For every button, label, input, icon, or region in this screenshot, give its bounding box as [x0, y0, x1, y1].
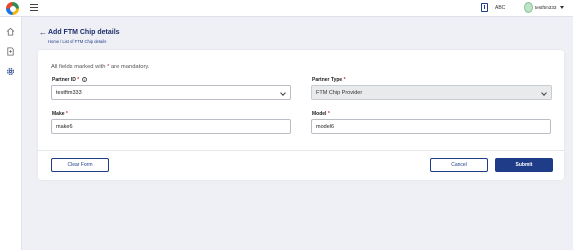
- form-card: All fields marked with * are mandatory. …: [38, 50, 564, 180]
- menu-icon[interactable]: [30, 4, 38, 11]
- breadcrumb-home[interactable]: Home: [48, 39, 59, 44]
- back-arrow-icon[interactable]: ←: [39, 29, 47, 37]
- model-input[interactable]: model6: [311, 119, 551, 134]
- chevron-down-icon: [541, 90, 547, 96]
- avatar[interactable]: [524, 2, 533, 13]
- model-label: Model *: [312, 111, 330, 117]
- gear-icon[interactable]: [6, 67, 15, 76]
- make-input[interactable]: make6: [51, 119, 291, 134]
- submit-button[interactable]: Submit: [495, 158, 553, 172]
- home-icon[interactable]: [6, 27, 15, 36]
- make-label: Make *: [52, 111, 68, 117]
- breadcrumb: Home/List of FTM Chip details: [48, 39, 107, 44]
- partner-id-label: Partner ID * i: [52, 77, 88, 83]
- chevron-down-icon[interactable]: [560, 6, 564, 9]
- page-title: Add FTM Chip details: [48, 29, 120, 36]
- bookmark-icon[interactable]: [481, 3, 488, 12]
- document-icon[interactable]: [6, 47, 15, 56]
- info-icon[interactable]: i: [82, 77, 88, 83]
- partner-id-select[interactable]: testftm333: [51, 85, 291, 100]
- chevron-down-icon: [280, 90, 286, 96]
- sidebar: [0, 17, 22, 250]
- username-label[interactable]: testftm333: [535, 5, 556, 10]
- clear-form-button[interactable]: Clear Form: [51, 158, 109, 172]
- language-selector[interactable]: ABC: [495, 5, 505, 11]
- app-logo: [6, 2, 19, 15]
- breadcrumb-list[interactable]: List of FTM Chip details: [62, 39, 106, 44]
- top-header: ABC testftm333: [0, 0, 573, 17]
- partner-type-label: Partner Type *: [312, 77, 346, 83]
- divider: [38, 150, 564, 151]
- cancel-button[interactable]: Cancel: [430, 158, 488, 172]
- mandatory-note: All fields marked with * are mandatory.: [51, 64, 150, 70]
- partner-type-select[interactable]: FTM Chip Provider: [311, 85, 552, 100]
